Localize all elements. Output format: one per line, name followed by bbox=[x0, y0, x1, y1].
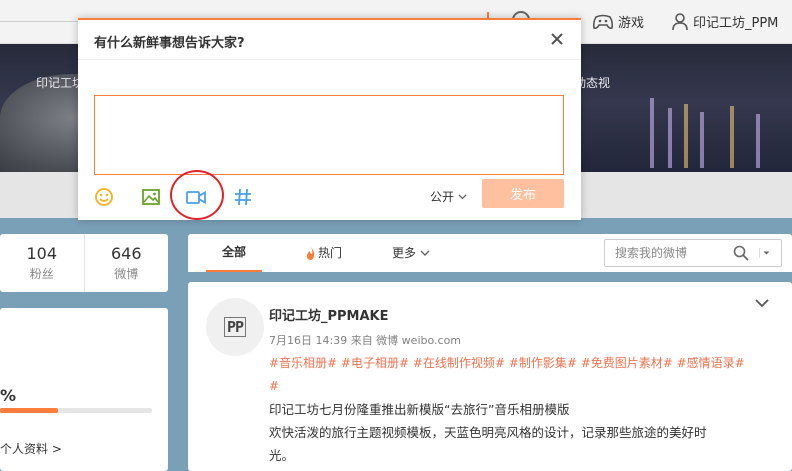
post-options-chevron-icon[interactable] bbox=[754, 298, 770, 308]
cover-city-lights bbox=[580, 68, 792, 172]
search-icon[interactable] bbox=[733, 245, 749, 261]
publish-button[interactable]: 发布 bbox=[482, 179, 564, 208]
tab-hot[interactable]: 热门 bbox=[306, 234, 342, 272]
avatar-logo-text: PP bbox=[223, 317, 247, 337]
privacy-dropdown[interactable]: 公开 bbox=[430, 188, 467, 205]
post-line-2: 欢快活泼的旅行主题视频模板，天蓝色明亮风格的设计，记录那些旅途的美好时 bbox=[269, 425, 707, 440]
nav-user-link[interactable]: 印记工坊_PPM bbox=[672, 12, 778, 31]
completion-progress-bar bbox=[0, 408, 152, 413]
post-line-1: 印记工坊七月份隆重推出新模版“去旅行”音乐相册模版 bbox=[269, 402, 570, 417]
compose-dialog-title: 有什么新鲜事想告诉大家? bbox=[94, 36, 245, 51]
profile-more-link[interactable]: 个人资料 > bbox=[0, 440, 62, 457]
video-icon[interactable] bbox=[185, 186, 207, 208]
profile-stats-card: 104 粉丝 646 微博 bbox=[0, 234, 168, 292]
posts-stat[interactable]: 646 微博 bbox=[83, 234, 169, 292]
post-avatar[interactable]: PP bbox=[206, 298, 264, 356]
posts-label: 微博 bbox=[114, 267, 139, 281]
hash-icon[interactable] bbox=[232, 186, 254, 208]
tab-all[interactable]: 全部 bbox=[206, 234, 262, 272]
fans-label: 粉丝 bbox=[29, 267, 54, 281]
cover-text-left: 印记工坊 bbox=[36, 76, 85, 90]
feed-search-input[interactable] bbox=[605, 240, 729, 266]
feed-tab-bar: 全部 热门 更多 bbox=[188, 234, 792, 272]
posts-count: 646 bbox=[110, 244, 142, 263]
post-hashtag-tail[interactable]: # bbox=[269, 379, 279, 393]
compose-dialog: 有什么新鲜事想告诉大家? 公开 发布 bbox=[78, 18, 581, 220]
completion-percent: % bbox=[0, 386, 17, 405]
feed-search-box bbox=[604, 239, 782, 267]
chevron-down-icon bbox=[420, 250, 430, 256]
post-body: 印记工坊七月份隆重推出新模版“去旅行”音乐相册模版 欢快活泼的旅行主题视频模板，… bbox=[269, 398, 779, 467]
completion-progress-fill bbox=[0, 408, 58, 413]
compose-dialog-header: 有什么新鲜事想告诉大家? bbox=[78, 20, 581, 60]
post-tags: #音乐相册# #电子相册# #在线制作视频# #制作影集# #免费图片素材# #… bbox=[269, 352, 779, 398]
profile-completion-card: % 个人资料 > bbox=[0, 308, 168, 471]
chevron-down-icon bbox=[458, 194, 467, 199]
search-dropdown-icon[interactable] bbox=[759, 248, 771, 258]
tab-more[interactable]: 更多 bbox=[392, 234, 430, 272]
post-hashtags[interactable]: #音乐相册# #电子相册# #在线制作视频# #制作影集# #免费图片素材# #… bbox=[269, 356, 745, 370]
user-icon bbox=[672, 12, 688, 30]
nav-game-link[interactable]: 游戏 bbox=[592, 12, 644, 31]
tab-more-label: 更多 bbox=[392, 246, 417, 260]
gamepad-icon bbox=[592, 14, 614, 29]
privacy-label: 公开 bbox=[430, 190, 455, 204]
post-line-3: 光。 bbox=[269, 448, 295, 463]
compose-textarea[interactable] bbox=[94, 95, 564, 175]
post-meta: 7月16日 14:39 来自 微博 weibo.com bbox=[269, 334, 462, 347]
close-icon[interactable] bbox=[550, 32, 564, 46]
fans-count: 104 bbox=[26, 244, 58, 263]
post-author[interactable]: 印记工坊_PPMAKE bbox=[269, 305, 389, 324]
nav-game-label: 游戏 bbox=[618, 16, 645, 31]
image-icon[interactable] bbox=[140, 186, 162, 208]
feed-post: PP 印记工坊_PPMAKE 7月16日 14:39 来自 微博 weibo.c… bbox=[188, 282, 792, 471]
smile-icon[interactable] bbox=[93, 186, 115, 208]
flame-icon bbox=[307, 246, 315, 260]
fans-stat[interactable]: 104 粉丝 bbox=[0, 234, 84, 292]
nav-user-label: 印记工坊_PPM bbox=[693, 16, 779, 31]
tab-hot-label: 热门 bbox=[318, 246, 343, 260]
